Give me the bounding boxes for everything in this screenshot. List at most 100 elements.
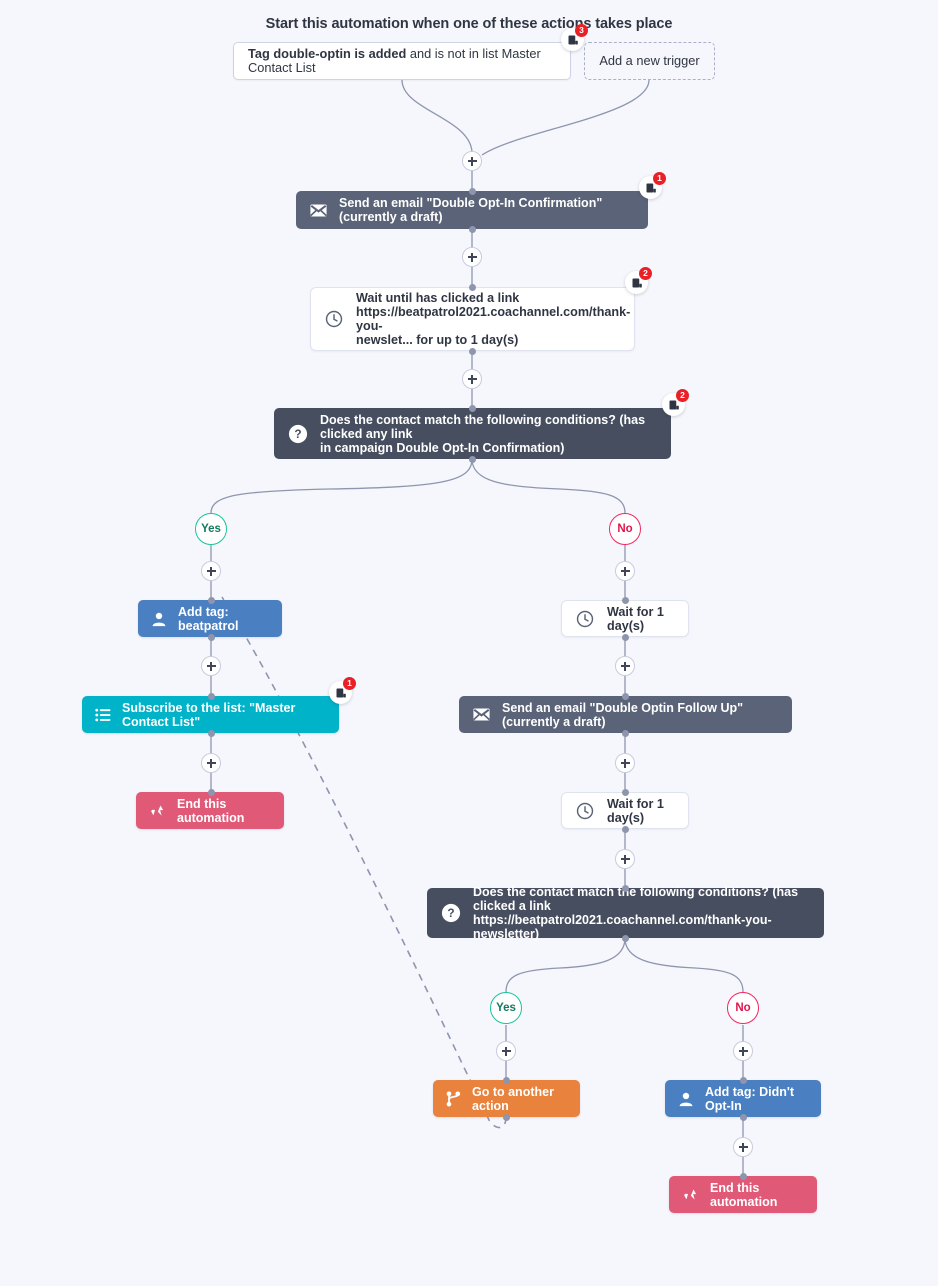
- connector-dot: [503, 1077, 510, 1084]
- notes-badge-count: 1: [343, 677, 356, 690]
- add-step-button-yes-1[interactable]: [201, 561, 221, 581]
- node-add-tag-didnt-optin-label: Add tag: Didn't Opt-In: [705, 1084, 795, 1113]
- add-step-button-after-email[interactable]: [462, 247, 482, 267]
- add-step-button-yes-2[interactable]: [201, 656, 221, 676]
- node-wait-until-clicked[interactable]: Wait until has clicked a link https://be…: [310, 287, 635, 351]
- node-end-automation-right-label: End this automation: [710, 1180, 778, 1209]
- branch-yes-bottom-label: Yes: [496, 1002, 516, 1014]
- connector-dot: [469, 284, 476, 291]
- node-add-tag-beatpatrol[interactable]: Add tag: beatpatrol: [138, 600, 282, 637]
- add-step-button-no-4[interactable]: [615, 849, 635, 869]
- connector-dot: [622, 885, 629, 892]
- wait-line-1: Wait until has clicked a link: [356, 291, 520, 305]
- notes-badge-wait-until-clicked[interactable]: 2: [625, 267, 652, 294]
- node-goto-action[interactable]: Go to another action: [433, 1080, 580, 1117]
- branch-no-bottom[interactable]: No: [727, 992, 759, 1024]
- connector-dot: [622, 730, 629, 737]
- node-wait-one-day-first-label: Wait for 1 day(s): [607, 604, 664, 633]
- wait-line-3: newslet... for up to 1 day(s): [356, 333, 519, 347]
- wait-line-2: https://beatpatrol2021.coachannel.com/th…: [356, 305, 631, 333]
- node-add-tag-beatpatrol-label: Add tag: beatpatrol: [178, 604, 239, 633]
- connector-dot: [469, 348, 476, 355]
- notes-badge-condition-one[interactable]: 2: [662, 389, 689, 416]
- trigger-tag-added[interactable]: Tag double-optin is added and is not in …: [233, 42, 571, 80]
- node-wait-one-day-second[interactable]: Wait for 1 day(s): [561, 792, 689, 829]
- node-end-automation-right[interactable]: End this automation: [669, 1176, 817, 1213]
- connector-dot: [740, 1077, 747, 1084]
- notes-badge-count: 2: [676, 389, 689, 402]
- notes-badge-trigger[interactable]: 3: [561, 24, 588, 51]
- node-wait-until-clicked-label: Wait until has clicked a link https://be…: [356, 291, 630, 347]
- add-step-button-merge[interactable]: [462, 151, 482, 171]
- node-send-email-confirmation[interactable]: Send an email "Double Opt-In Confirmatio…: [296, 191, 648, 229]
- automation-canvas[interactable]: Start this automation when one of these …: [0, 0, 938, 1286]
- trigger-bold-text: Tag double-optin is added: [248, 46, 407, 61]
- notes-badge-count: 1: [653, 172, 666, 185]
- add-step-button-no-bottom-2[interactable]: [733, 1137, 753, 1157]
- connector-dot: [208, 730, 215, 737]
- trigger-tag-added-label: Tag double-optin is added and is not in …: [248, 47, 556, 75]
- connector-dot: [740, 1173, 747, 1180]
- connector-dot: [622, 826, 629, 833]
- add-trigger-button[interactable]: Add a new trigger: [584, 42, 715, 80]
- notes-badge-count: 3: [575, 24, 588, 37]
- node-end-automation-left[interactable]: End this automation: [136, 792, 284, 829]
- node-subscribe-list-label: Subscribe to the list: "Master Contact L…: [122, 700, 296, 729]
- connector-dot: [469, 226, 476, 233]
- connector-dot: [208, 789, 215, 796]
- notes-badge-count: 2: [639, 267, 652, 280]
- node-wait-one-day-first[interactable]: Wait for 1 day(s): [561, 600, 689, 637]
- list-icon: [95, 708, 111, 722]
- add-step-button-no-3[interactable]: [615, 753, 635, 773]
- connector-dot: [622, 935, 629, 942]
- add-step-button-after-wait[interactable]: [462, 369, 482, 389]
- svg-text:?: ?: [294, 427, 301, 441]
- connector-dot: [208, 693, 215, 700]
- node-subscribe-list[interactable]: Subscribe to the list: "Master Contact L…: [82, 696, 339, 733]
- add-step-button-yes-bottom[interactable]: [496, 1041, 516, 1061]
- branch-icon: [446, 1091, 461, 1107]
- clock-icon: [325, 310, 343, 328]
- branch-no-top-label: No: [617, 523, 633, 535]
- connector-dot: [740, 1114, 747, 1121]
- node-goto-action-label: Go to another action: [472, 1084, 554, 1113]
- add-step-button-no-1[interactable]: [615, 561, 635, 581]
- clock-icon: [576, 802, 594, 820]
- add-step-button-no-2[interactable]: [615, 656, 635, 676]
- add-step-button-yes-3[interactable]: [201, 753, 221, 773]
- connector-dot: [208, 634, 215, 641]
- connector-dot: [622, 693, 629, 700]
- end-cycle-icon: [682, 1187, 699, 1202]
- node-wait-one-day-second-label: Wait for 1 day(s): [607, 796, 664, 825]
- connector-dot: [622, 634, 629, 641]
- branch-no-bottom-label: No: [735, 1002, 751, 1014]
- connector-dot: [469, 188, 476, 195]
- connector-dot: [469, 456, 476, 463]
- node-add-tag-didnt-optin[interactable]: Add tag: Didn't Opt-In: [665, 1080, 821, 1117]
- add-trigger-label: Add a new trigger: [599, 53, 700, 68]
- notes-badge-send-email-confirmation[interactable]: 1: [639, 172, 666, 199]
- node-send-email-followup[interactable]: Send an email "Double Optin Follow Up" (…: [459, 696, 792, 733]
- question-icon: ?: [288, 424, 308, 444]
- connector-dot: [208, 597, 215, 604]
- branch-yes-bottom[interactable]: Yes: [490, 992, 522, 1024]
- add-step-button-no-bottom[interactable]: [733, 1041, 753, 1061]
- node-condition-two[interactable]: ? Does the contact match the following c…: [427, 885, 824, 941]
- connector-dot: [503, 1114, 510, 1121]
- svg-text:?: ?: [447, 906, 454, 920]
- connector-dot: [622, 789, 629, 796]
- clock-icon: [576, 610, 594, 628]
- branch-no-top[interactable]: No: [609, 513, 641, 545]
- condition-one-line-2: in campaign Double Opt-In Confirmation): [320, 440, 565, 455]
- connector-dot: [622, 597, 629, 604]
- notes-badge-subscribe-list[interactable]: 1: [329, 677, 356, 704]
- branch-yes-top[interactable]: Yes: [195, 513, 227, 545]
- node-send-email-followup-label: Send an email "Double Optin Follow Up" (…: [502, 700, 744, 729]
- node-condition-one-label: Does the contact match the following con…: [320, 413, 657, 455]
- node-condition-one[interactable]: ? Does the contact match the following c…: [274, 408, 671, 459]
- node-end-automation-left-label: End this automation: [177, 796, 245, 825]
- page-title: Start this automation when one of these …: [265, 16, 673, 32]
- question-icon: ?: [441, 903, 461, 923]
- branch-yes-top-label: Yes: [201, 523, 221, 535]
- envelope-icon: [310, 204, 327, 217]
